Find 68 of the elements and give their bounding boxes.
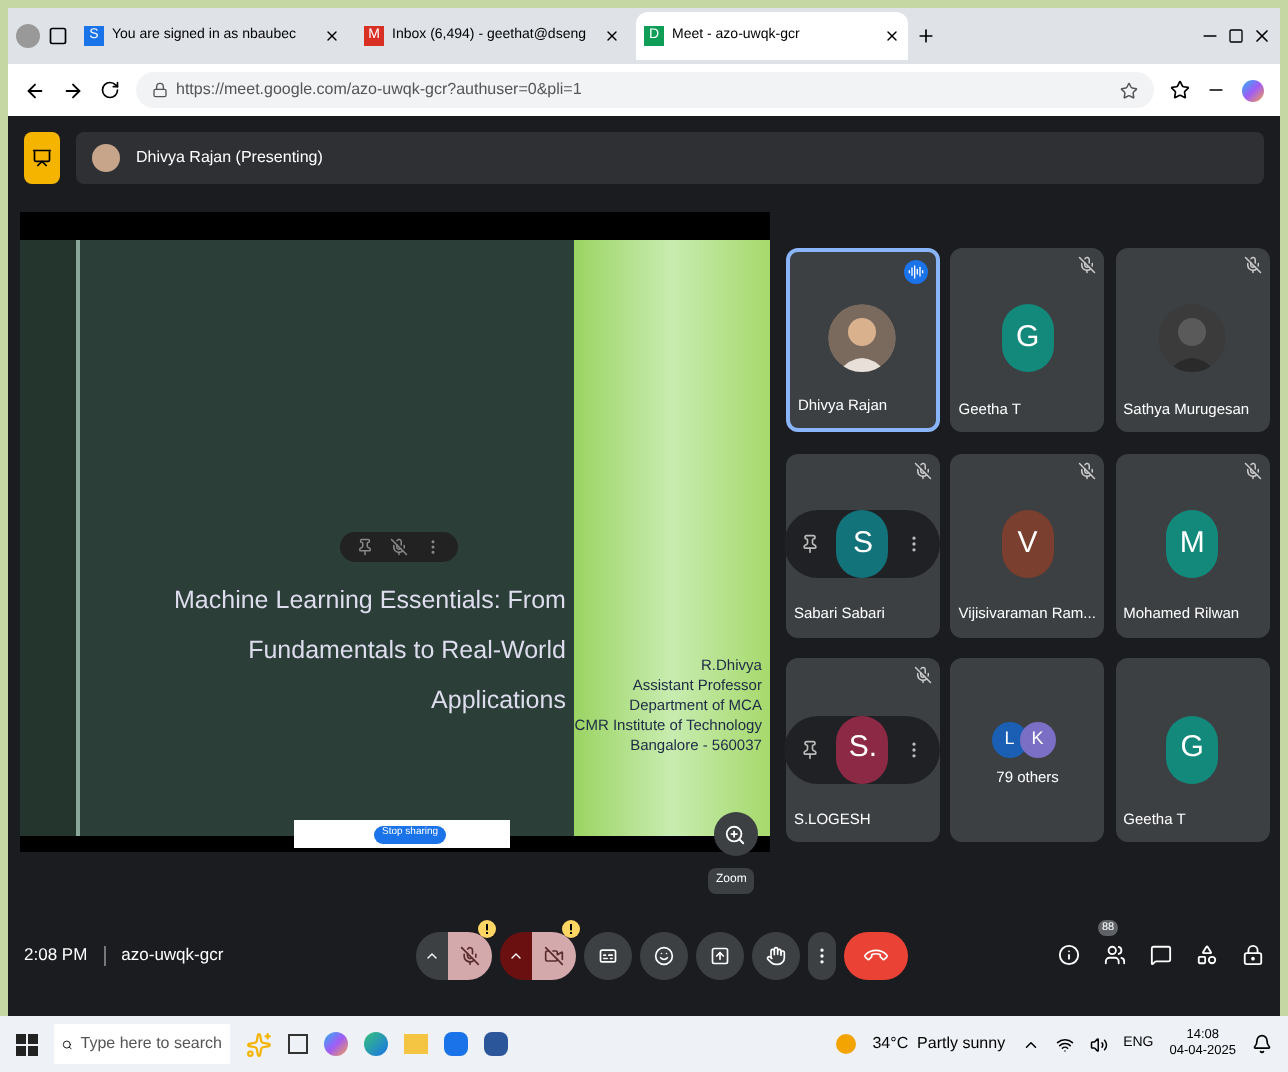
back-icon[interactable] (24, 79, 46, 101)
close-icon[interactable] (884, 28, 900, 44)
tab-actions-icon[interactable] (48, 26, 68, 46)
taskbar-search[interactable]: Type here to search (54, 1024, 230, 1064)
info-icon[interactable] (1058, 944, 1080, 966)
presenter-bar: Dhivya Rajan (Presenting) (76, 132, 1264, 184)
avatar-initial: M (1166, 510, 1219, 579)
chat-icon[interactable] (1150, 944, 1172, 966)
camera-off-icon (543, 945, 564, 965)
close-icon[interactable] (1252, 26, 1272, 46)
start-icon[interactable] (16, 1033, 38, 1055)
reload-icon[interactable] (100, 80, 120, 100)
avatar-initial: L (991, 721, 1028, 758)
meeting-code: azo-uwqk-gcr (121, 942, 224, 968)
presentation-button[interactable] (24, 132, 60, 184)
outlook-icon[interactable] (444, 1032, 468, 1056)
forward-icon[interactable] (62, 79, 84, 101)
avatar-initial: V (1001, 510, 1054, 579)
hand-icon (765, 945, 786, 965)
people-icon[interactable] (1104, 944, 1126, 966)
notification-icon[interactable] (1252, 1034, 1272, 1054)
avatar-icon (92, 144, 120, 172)
captions-icon (597, 945, 618, 965)
volume-icon[interactable] (1089, 1035, 1108, 1053)
word-icon[interactable] (484, 1032, 508, 1056)
task-view-icon[interactable] (288, 1034, 308, 1054)
avatar-initial: G (1001, 304, 1054, 373)
muted-icon[interactable] (390, 538, 408, 556)
close-icon[interactable] (324, 28, 340, 44)
copilot-icon[interactable] (1242, 79, 1264, 101)
microphone-button[interactable] (447, 931, 492, 979)
zoom-icon (724, 823, 747, 845)
emoji-button[interactable] (639, 931, 688, 979)
emoji-icon (653, 945, 674, 965)
favorites-icon[interactable] (1170, 80, 1190, 100)
pin-icon[interactable] (800, 534, 821, 555)
address-bar[interactable]: https://meet.google.com/azo-uwqk-gcr?authuser=0&pli=1 (136, 72, 1154, 108)
present-button[interactable] (695, 931, 744, 979)
present-icon (709, 945, 730, 965)
weather-text[interactable]: 34°C Partly sunny (872, 1032, 1006, 1056)
slide-title: Machine Learning Essentials: From Fundamentals to Real-World Applications (172, 584, 566, 718)
warning-icon (561, 919, 580, 937)
microphone-off-icon (459, 945, 480, 965)
more-button[interactable] (807, 931, 836, 979)
edge-icon[interactable] (364, 1032, 388, 1056)
activities-icon[interactable] (1196, 944, 1218, 966)
avatar-initial: G (1166, 715, 1219, 784)
avatar-initial: S. (836, 715, 889, 784)
network-icon[interactable] (1055, 1035, 1074, 1053)
pin-icon[interactable] (800, 739, 821, 760)
avatar-initial: S (836, 510, 889, 579)
pin-icon[interactable] (356, 538, 374, 556)
lock-icon[interactable] (152, 82, 168, 98)
meeting-time: 2:08 PM (24, 942, 88, 968)
leave-call-button[interactable] (843, 931, 908, 979)
presentation-icon (32, 148, 52, 168)
new-tab-icon[interactable] (916, 26, 936, 46)
copilot-icon[interactable] (324, 1032, 348, 1056)
search-icon (62, 1035, 73, 1053)
warning-icon (477, 919, 496, 937)
hand-button[interactable] (751, 931, 800, 979)
close-icon[interactable] (604, 28, 620, 44)
camera-button[interactable] (531, 931, 576, 979)
avatar-initial: K (1019, 721, 1056, 758)
star-icon[interactable] (1120, 81, 1138, 99)
maximize-icon[interactable] (1228, 28, 1244, 44)
host-controls-icon[interactable] (1242, 944, 1264, 966)
captions-button[interactable] (583, 931, 632, 979)
